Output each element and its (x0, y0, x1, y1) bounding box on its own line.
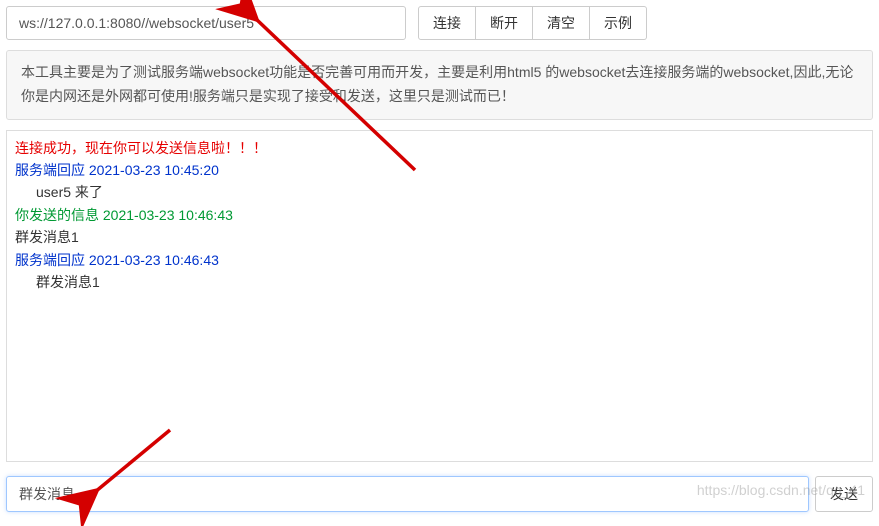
websocket-url-input[interactable] (6, 6, 406, 40)
message-log[interactable]: 连接成功，现在你可以发送信息啦！！！ 服务端回应 2021-03-23 10:4… (6, 130, 873, 462)
description-text: 本工具主要是为了测试服务端websocket功能是否完善可用而开发，主要是利用h… (21, 64, 853, 104)
send-button[interactable]: 发送 (815, 476, 873, 512)
message-input[interactable] (6, 476, 809, 512)
log-body: 群发消息1 (15, 271, 864, 293)
clear-button[interactable]: 清空 (533, 6, 590, 40)
log-server-response: 服务端回应 2021-03-23 10:46:43 (15, 249, 864, 271)
compose-row: 发送 (6, 476, 873, 512)
description-panel: 本工具主要是为了测试服务端websocket功能是否完善可用而开发，主要是利用h… (6, 50, 873, 120)
example-button[interactable]: 示例 (590, 6, 647, 40)
log-body: 群发消息1 (15, 226, 864, 248)
toolbar: 连接 断开 清空 示例 (6, 6, 873, 40)
connect-button[interactable]: 连接 (418, 6, 476, 40)
log-connected: 连接成功，现在你可以发送信息啦！！！ (15, 137, 864, 159)
log-body: user5 来了 (15, 181, 864, 203)
log-server-response: 服务端回应 2021-03-23 10:45:20 (15, 159, 864, 181)
log-you-sent: 你发送的信息 2021-03-23 10:46:43 (15, 204, 864, 226)
disconnect-button[interactable]: 断开 (476, 6, 533, 40)
